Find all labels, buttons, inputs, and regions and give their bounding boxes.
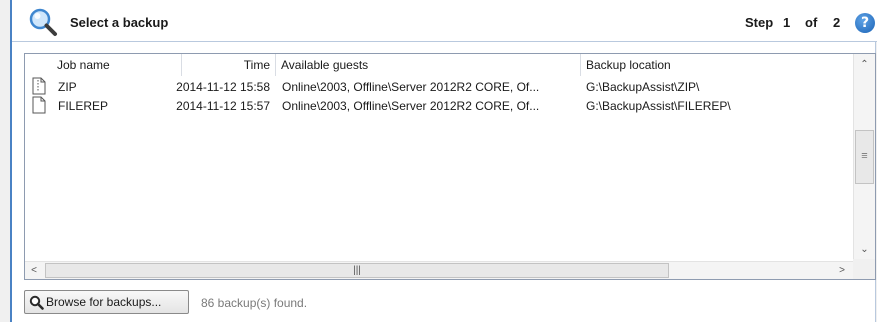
scroll-down-icon[interactable]: ⌄ (854, 241, 875, 259)
page-title: Select a backup (70, 15, 169, 30)
horizontal-scrollbar[interactable]: < ||| > (25, 261, 853, 279)
column-header-backup-location[interactable]: Backup location (581, 54, 853, 76)
vertical-scroll-thumb[interactable]: ≡ (855, 130, 874, 184)
job-name-cell: FILEREP (58, 99, 109, 113)
backup-list[interactable]: Job name Time Available guests Backup lo… (24, 53, 876, 280)
column-header-time[interactable]: Time (182, 54, 276, 76)
vertical-scrollbar[interactable]: ⌃ ≡ ⌄ (853, 54, 875, 261)
location-cell: G:\BackupAssist\FILEREP\ (586, 99, 731, 113)
column-header-job-name[interactable]: Job name (52, 54, 182, 76)
table-row[interactable]: ZIP 2014-11-12 15:58 Online\2003, Offlin… (25, 77, 853, 96)
magnifier-icon (29, 295, 44, 310)
browse-for-backups-button[interactable]: Browse for backups... (24, 290, 189, 314)
search-magnifier-icon (29, 8, 57, 36)
help-icon[interactable]: ? (855, 13, 875, 33)
column-header-row: Job name Time Available guests Backup lo… (25, 54, 853, 76)
step-of: of (805, 15, 818, 30)
wizard-header: Select a backup Step 1 of 2 ? (12, 0, 877, 42)
step-total: 2 (833, 15, 841, 30)
backups-found-status: 86 backup(s) found. (201, 296, 308, 310)
scroll-left-icon[interactable]: < (25, 262, 43, 279)
file-icon (32, 96, 46, 114)
horizontal-scroll-thumb[interactable]: ||| (45, 263, 669, 278)
zip-file-icon (32, 77, 46, 95)
location-cell: G:\BackupAssist\ZIP\ (586, 80, 700, 94)
browse-button-label: Browse for backups... (46, 295, 162, 309)
table-row[interactable]: FILEREP 2014-11-12 15:57 Online\2003, Of… (25, 96, 853, 115)
guests-cell: Online\2003, Offline\Server 2012R2 CORE,… (282, 80, 540, 94)
step-label: Step (745, 15, 774, 30)
time-cell: 2014-11-12 15:57 (176, 99, 270, 113)
scrollbar-corner (853, 259, 875, 279)
scroll-up-icon[interactable]: ⌃ (854, 56, 875, 74)
scroll-right-icon[interactable]: > (833, 262, 851, 279)
time-cell: 2014-11-12 15:58 (176, 80, 270, 94)
job-name-cell: ZIP (58, 80, 77, 94)
guests-cell: Online\2003, Offline\Server 2012R2 CORE,… (282, 99, 540, 113)
column-header-available-guests[interactable]: Available guests (276, 54, 581, 76)
step-current: 1 (783, 15, 791, 30)
